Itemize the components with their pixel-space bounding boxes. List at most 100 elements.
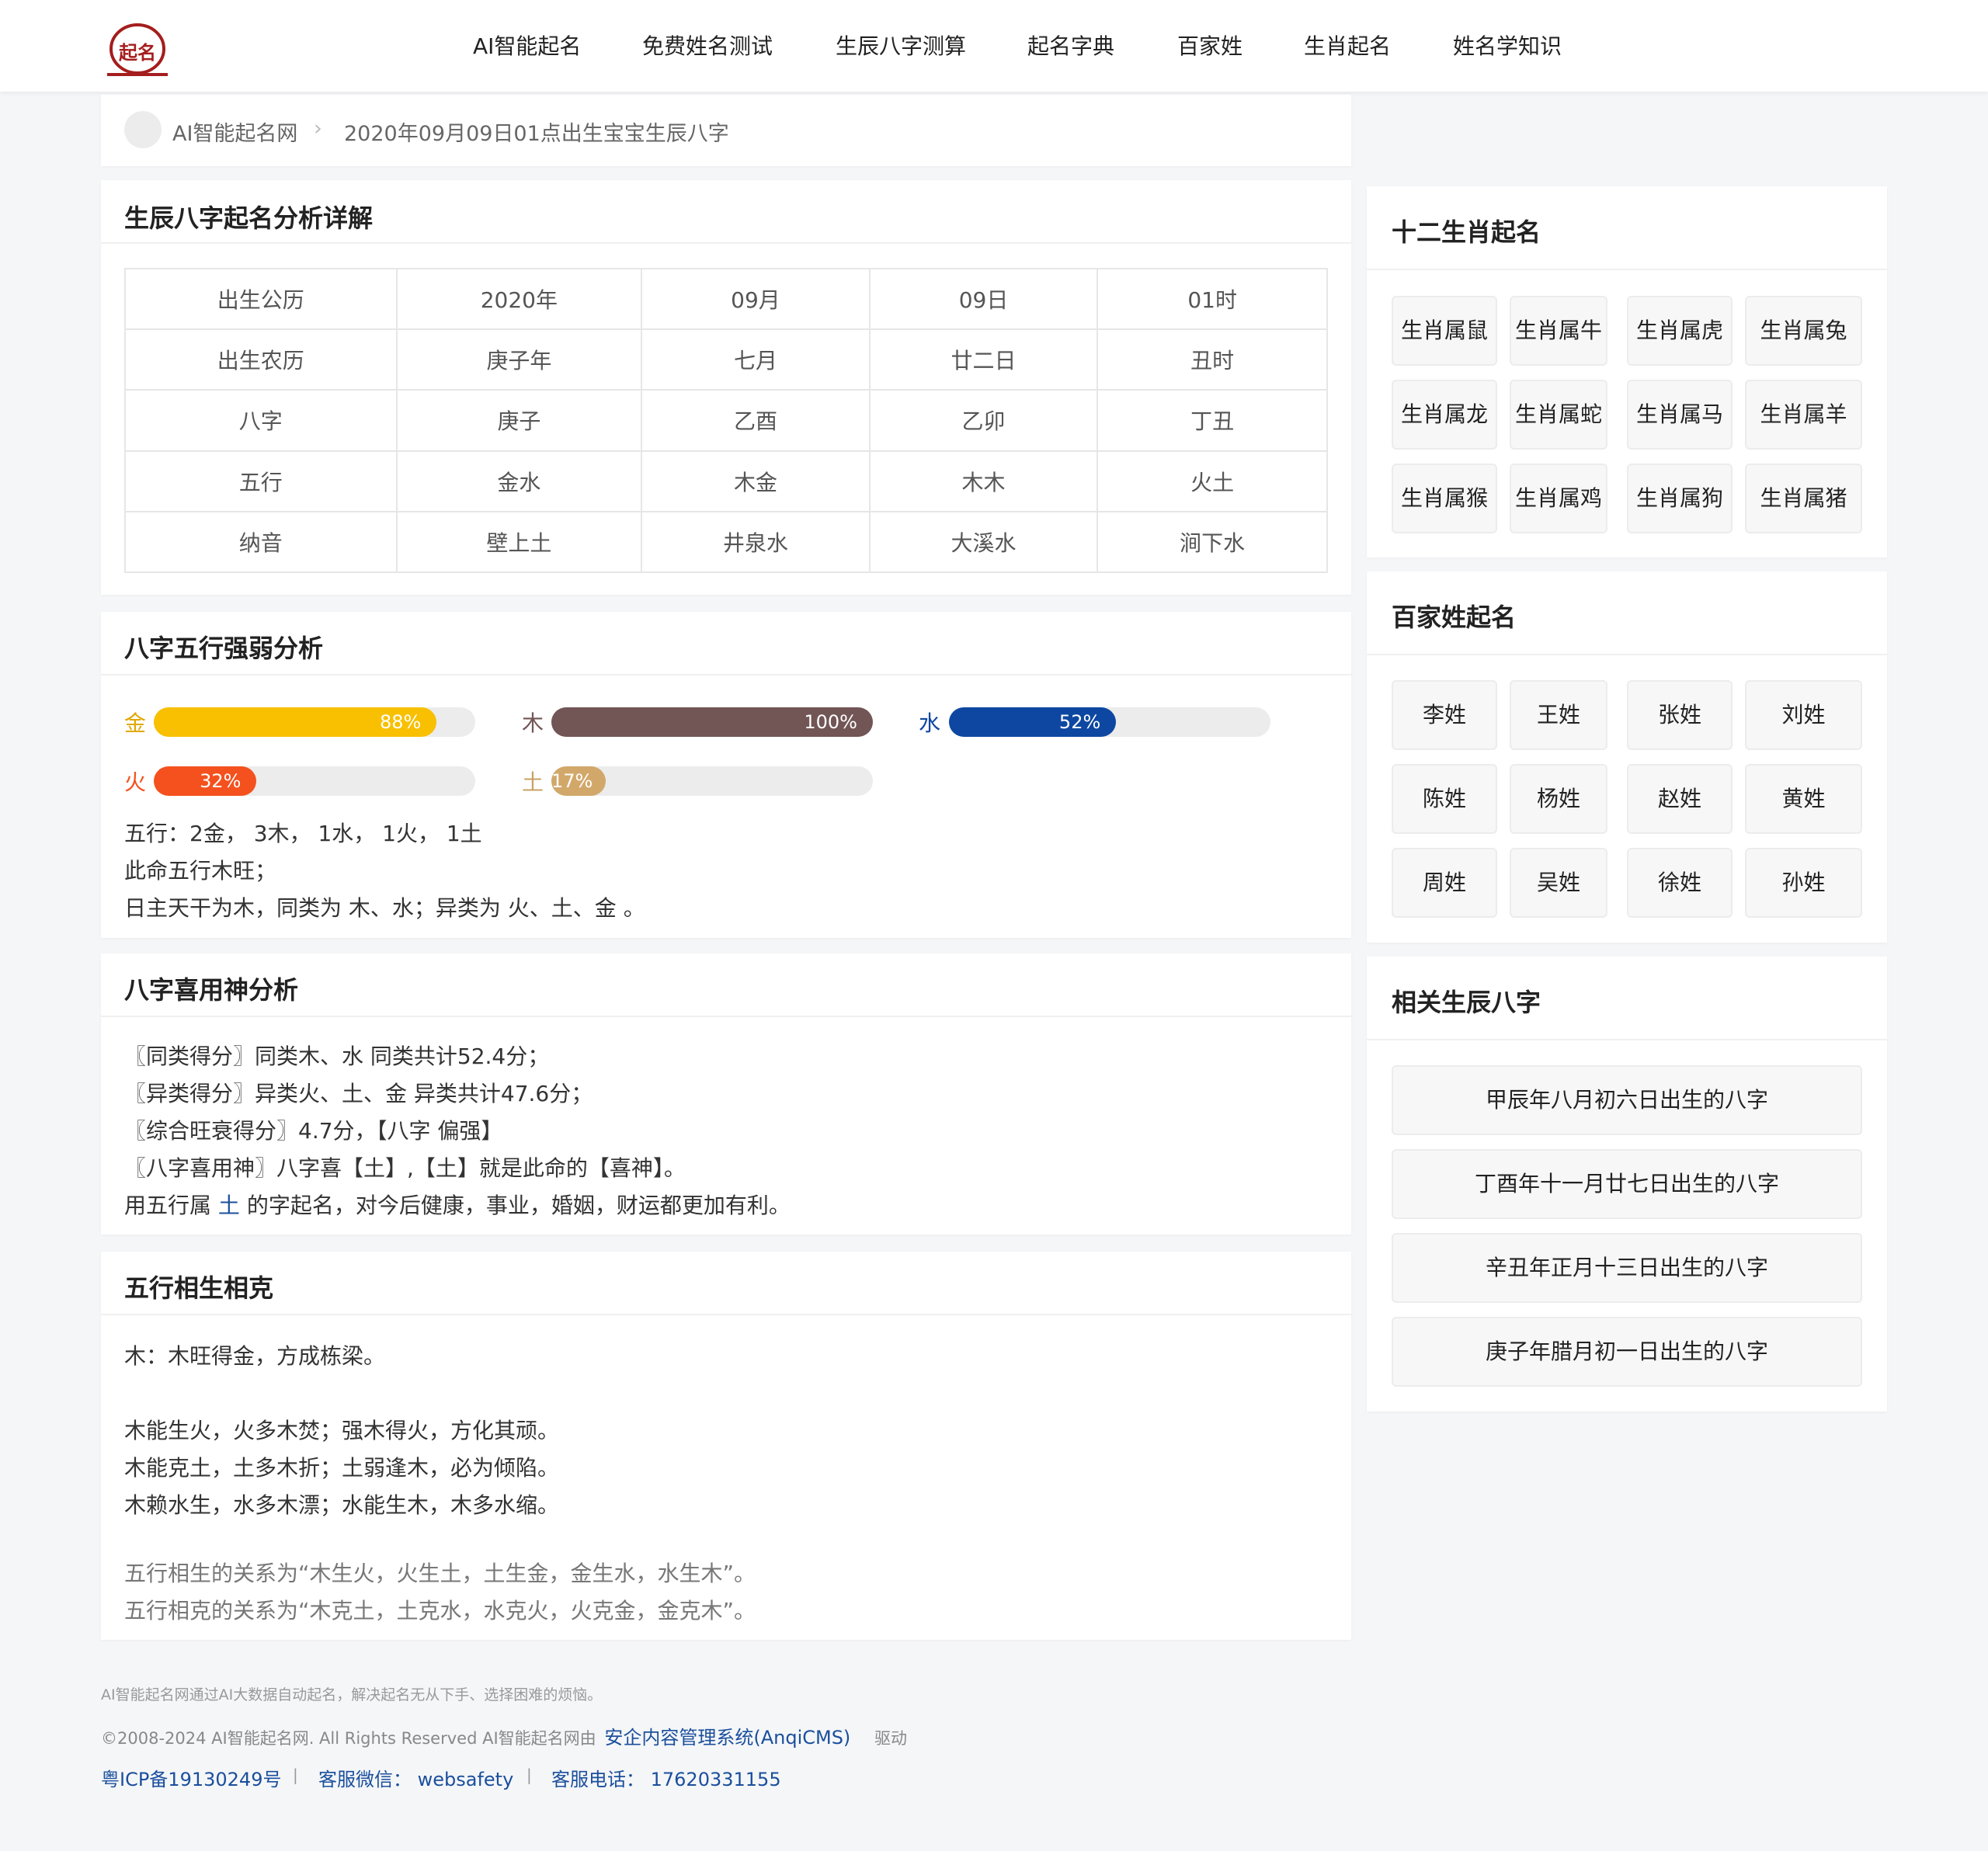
surname-sun-button[interactable]: 孙姓 <box>1745 848 1862 918</box>
water-bar-fill: 52% <box>949 707 1117 737</box>
bar-label-water: 水 <box>919 710 941 736</box>
earth-bar-fill: 17% <box>551 766 606 796</box>
surname-yang-button[interactable]: 杨姓 <box>1510 764 1607 834</box>
zodiac-goat-button[interactable]: 生肖属羊 <box>1745 380 1862 450</box>
fire-bar-fill: 32% <box>154 766 257 796</box>
shengke-restriction: 五行相克的关系为“木克土，土克水，水克火，火克金，金克木”。 <box>124 1598 756 1624</box>
zodiac-card-title: 十二生肖起名 <box>1392 217 1541 247</box>
table-cell: 乙酉 <box>641 389 871 452</box>
zodiac-dog-button[interactable]: 生肖属狗 <box>1627 464 1733 533</box>
zodiac-rooster-button[interactable]: 生肖属鸡 <box>1510 464 1607 533</box>
water-bar: 52% <box>949 707 1270 737</box>
xiyong-line: 〖综合旺衰得分〗4.7分，【八字 偏强】 <box>124 1118 503 1144</box>
shengke-line: 木赖水生，水多木漂；水能生木，木多水缩。 <box>124 1492 560 1518</box>
zodiac-rat-button[interactable]: 生肖属鼠 <box>1392 296 1497 366</box>
bar-label-earth: 土 <box>522 769 544 795</box>
related-card-title: 相关生辰八字 <box>1392 988 1541 1017</box>
table-cell: 五行 <box>124 450 398 512</box>
nav-ai-naming[interactable]: AI智能起名 <box>473 30 581 61</box>
shengke-card-title: 五行相生相克 <box>124 1273 274 1303</box>
bar-label-metal: 金 <box>124 710 147 736</box>
footer-wechat: 客服微信： websafety <box>318 1769 514 1790</box>
shengke-generation: 五行相生的关系为“木生火，火生土，土生金，金生水，水生木”。 <box>124 1561 756 1586</box>
surname-huang-button[interactable]: 黄姓 <box>1745 764 1862 834</box>
nav-name-test[interactable]: 免费姓名测试 <box>642 30 773 61</box>
table-cell: 乙卯 <box>868 389 1099 452</box>
table-cell: 2020年 <box>395 267 643 331</box>
xiyong-line: 〖同类得分〗同类木、水 同类共计52.4分； <box>124 1044 550 1069</box>
nav-dictionary[interactable]: 起名字典 <box>1027 30 1114 61</box>
footer-copyright-text: ©2008-2024 AI智能起名网. All Rights Reserved … <box>101 1729 596 1748</box>
zodiac-rabbit-button[interactable]: 生肖属兔 <box>1745 296 1862 366</box>
surname-wang-button[interactable]: 王姓 <box>1510 680 1607 750</box>
earth-bar: 17% <box>551 766 873 796</box>
related-bazi-link[interactable]: 甲辰年八月初六日出生的八字 <box>1392 1065 1862 1135</box>
breadcrumb-home[interactable]: AI智能起名网 <box>172 116 297 147</box>
table-cell: 出生农历 <box>124 328 398 391</box>
footer-cms-link[interactable]: 安企内容管理系统(AnqiCMS) <box>604 1727 850 1749</box>
top-navbar: 起名 AI智能起名 免费姓名测试 生辰八字测算 起名字典 百家姓 生肖起名 姓名… <box>0 0 1988 92</box>
bar-label-wood: 木 <box>522 710 544 736</box>
table-cell: 廿二日 <box>868 328 1099 391</box>
table-cell: 庚子 <box>395 389 643 452</box>
table-cell: 井泉水 <box>641 510 871 574</box>
surname-wu-button[interactable]: 吴姓 <box>1510 848 1607 918</box>
table-cell: 庚子年 <box>395 328 643 391</box>
nav-surnames[interactable]: 百家姓 <box>1177 30 1242 61</box>
related-bazi-link[interactable]: 庚子年腊月初一日出生的八字 <box>1392 1317 1862 1387</box>
fire-bar: 32% <box>154 766 475 796</box>
zodiac-horse-button[interactable]: 生肖属马 <box>1627 380 1733 450</box>
xiyong-conclusion-prefix: 用五行属 <box>124 1193 218 1218</box>
footer-copyright: ©2008-2024 AI智能起名网. All Rights Reserved … <box>101 1722 907 1749</box>
home-icon[interactable] <box>124 111 162 148</box>
nav-bazi[interactable]: 生辰八字测算 <box>836 30 966 61</box>
surname-liu-button[interactable]: 刘姓 <box>1745 680 1862 750</box>
footer-phone: 客服电话： 17620331155 <box>551 1769 781 1790</box>
wuxing-daymaster: 日主天干为木，同类为 木、水；异类为 火、土、金 。 <box>124 895 645 921</box>
footer-powered: 驱动 <box>874 1729 907 1748</box>
zodiac-ox-button[interactable]: 生肖属牛 <box>1510 296 1607 366</box>
zodiac-pig-button[interactable]: 生肖属猪 <box>1745 464 1862 533</box>
table-cell: 壁上土 <box>395 510 643 574</box>
bar-label-fire: 火 <box>124 769 147 795</box>
table-cell: 纳音 <box>124 510 398 574</box>
zodiac-dragon-button[interactable]: 生肖属龙 <box>1392 380 1497 450</box>
footer-description: AI智能起名网通过AI大数据自动起名，解决起名无从下手、选择困难的烦恼。 <box>101 1686 603 1703</box>
nav-knowledge[interactable]: 姓名学知识 <box>1453 30 1562 61</box>
table-cell: 八字 <box>124 389 398 452</box>
xiyong-conclusion-suffix: 的字起名，对今后健康，事业，婚姻，财运都更加有利。 <box>239 1193 791 1218</box>
surname-card-title: 百家姓起名 <box>1392 603 1517 632</box>
wood-bar: 100% <box>551 707 873 737</box>
table-row: 五行 金水 木金 木木 火土 <box>124 450 1328 512</box>
wuxing-verdict: 此命五行木旺； <box>124 858 277 884</box>
table-cell: 木木 <box>868 450 1099 512</box>
surname-xu-button[interactable]: 徐姓 <box>1627 848 1733 918</box>
shengke-line: 木能生火，火多木焚；强木得火，方化其顽。 <box>124 1418 560 1443</box>
metal-bar: 88% <box>154 707 475 737</box>
nav-zodiac[interactable]: 生肖起名 <box>1304 30 1391 61</box>
xiyong-line: 〖异类得分〗异类火、土、金 异类共计47.6分； <box>124 1081 593 1106</box>
shengke-summary: 木：木旺得金，方成栋梁。 <box>124 1343 386 1369</box>
footer-separator: | <box>293 1766 298 1784</box>
surname-zhao-button[interactable]: 赵姓 <box>1627 764 1733 834</box>
zodiac-snake-button[interactable]: 生肖属蛇 <box>1510 380 1607 450</box>
zodiac-monkey-button[interactable]: 生肖属猴 <box>1392 464 1497 533</box>
xiyong-conclusion: 用五行属 土 的字起名，对今后健康，事业，婚姻，财运都更加有利。 <box>124 1189 791 1220</box>
table-cell: 火土 <box>1097 450 1328 512</box>
zodiac-tiger-button[interactable]: 生肖属虎 <box>1627 296 1733 366</box>
xiyong-element: 土 <box>217 1193 240 1218</box>
table-cell: 09月 <box>641 267 871 331</box>
metal-bar-fill: 88% <box>154 707 437 737</box>
table-row: 八字 庚子 乙酉 乙卯 丁丑 <box>124 389 1328 452</box>
xiyong-line: 〖八字喜用神〗八字喜【土】,【土】就是此命的【喜神】。 <box>124 1155 686 1181</box>
wood-bar-fill: 100% <box>551 707 873 737</box>
footer-separator: | <box>527 1766 532 1784</box>
surname-zhang-button[interactable]: 张姓 <box>1627 680 1733 750</box>
table-cell: 09日 <box>868 267 1099 331</box>
footer-icp-link[interactable]: 粤ICP备19130249号 <box>101 1764 281 1791</box>
surname-chen-button[interactable]: 陈姓 <box>1392 764 1497 834</box>
related-bazi-link[interactable]: 丁酉年十一月廿七日出生的八字 <box>1392 1149 1862 1219</box>
surname-li-button[interactable]: 李姓 <box>1392 680 1497 750</box>
related-bazi-link[interactable]: 辛丑年正月十三日出生的八字 <box>1392 1233 1862 1303</box>
surname-zhou-button[interactable]: 周姓 <box>1392 848 1497 918</box>
